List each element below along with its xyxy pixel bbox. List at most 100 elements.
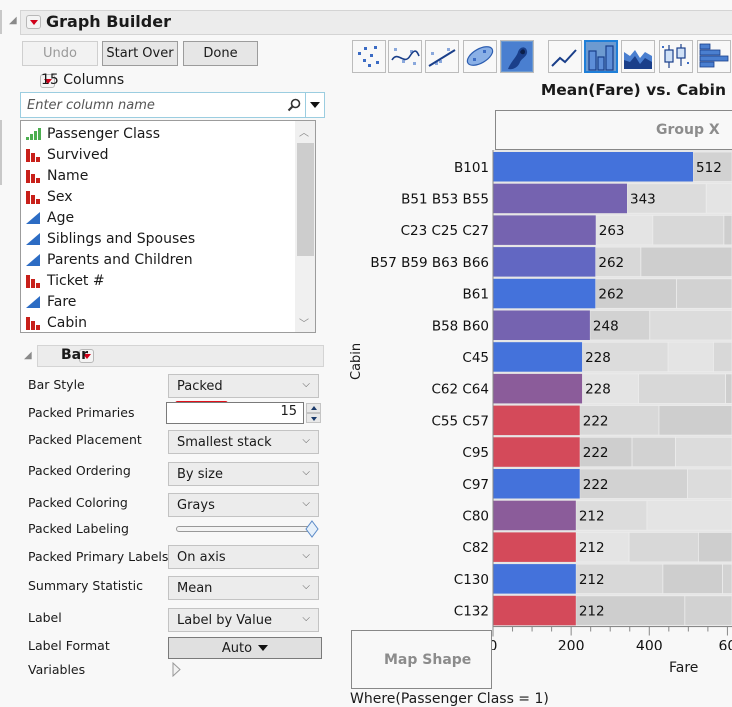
packed-secondary-segment (628, 531, 699, 563)
chart-type-line-button[interactable] (548, 40, 582, 73)
continuous-column-icon (25, 211, 41, 225)
packed-ordering-select[interactable]: By size ⌵ (168, 462, 319, 486)
packed-primaries-input[interactable]: 15 (166, 402, 304, 424)
packed-secondary-segment (667, 341, 714, 373)
bar-style-select[interactable]: Packed ⌵ (168, 374, 319, 398)
spin-up-icon[interactable] (306, 403, 321, 413)
bar-value-label: 343 (630, 191, 656, 207)
variables-label: Variables (28, 662, 86, 677)
label-select[interactable]: Label by Value ⌵ (168, 608, 319, 632)
column-item[interactable]: Passenger Class (25, 123, 160, 144)
bar (493, 469, 580, 499)
packed-labeling-slider-track[interactable] (176, 526, 312, 532)
chart-type-box-plot-button[interactable] (659, 40, 693, 73)
scrollbar-thumb[interactable] (297, 143, 314, 256)
map-shape-drop-zone[interactable]: Map Shape (351, 630, 492, 689)
packed-primaries-label: Packed Primaries (28, 405, 135, 420)
column-item[interactable]: Siblings and Spouses (25, 229, 195, 250)
collapse-triangle-icon[interactable]: ◢ (9, 15, 17, 26)
x-tick-label: 400 (636, 639, 663, 651)
red-triangle-menu-icon[interactable] (26, 15, 41, 29)
column-list-scrollbar[interactable]: ︿ ﹀ (295, 121, 315, 332)
scroll-down-icon[interactable]: ﹀ (299, 315, 309, 330)
summary-statistic-value: Mean (177, 580, 213, 596)
chart-type-histogram-button[interactable] (697, 40, 731, 73)
packed-ordering-value: By size (177, 466, 223, 482)
packed-primary-labels-select[interactable]: On axis ⌵ (168, 545, 319, 569)
start-over-button[interactable]: Start Over (102, 41, 178, 66)
smoother-icon (390, 42, 420, 75)
packed-secondary-segment (713, 341, 732, 373)
packed-placement-label: Packed Placement (28, 432, 142, 447)
bar-value-label: 263 (599, 223, 625, 239)
done-button[interactable]: Done (183, 41, 258, 66)
packed-secondary-segment (698, 531, 732, 563)
column-item[interactable]: Fare (25, 292, 76, 313)
undo-button[interactable]: Undo (22, 41, 98, 66)
packed-secondary-segment (675, 436, 732, 468)
bar-value-label: 212 (579, 508, 605, 524)
packed-coloring-select[interactable]: Grays ⌵ (168, 493, 319, 517)
packed-primaries-spinner[interactable] (306, 403, 321, 423)
group-x-label: Group X (656, 122, 720, 138)
column-item-label: Fare (47, 294, 77, 311)
bar (493, 595, 576, 626)
packed-secondary-segment (725, 373, 732, 404)
spin-down-icon[interactable] (306, 413, 321, 423)
packed-secondary-segment (652, 215, 725, 246)
category-label: C82 (462, 540, 489, 556)
packed-secondary-segment (687, 468, 732, 499)
column-item[interactable]: Sex (25, 186, 73, 207)
bar-value-label: 222 (583, 413, 609, 429)
packed-primaries-value: 15 (280, 404, 297, 419)
packed-secondary-segment (662, 563, 723, 595)
category-label: C95 (462, 445, 489, 461)
column-item[interactable]: Parents and Children (25, 250, 193, 271)
chevron-down-icon: ⌵ (302, 498, 310, 509)
scroll-up-icon[interactable]: ︿ (299, 124, 309, 139)
chart-type-ellipse-button[interactable] (463, 40, 497, 73)
label-format-button[interactable]: Auto (168, 637, 322, 659)
chart-type-area-button[interactable] (621, 40, 655, 73)
category-label: B58 B60 (432, 318, 489, 334)
column-item[interactable]: Name (25, 165, 88, 186)
column-item[interactable]: Ticket # (25, 271, 105, 292)
column-item[interactable]: Age (25, 207, 74, 228)
bar-value-label: 228 (585, 350, 611, 366)
bar (493, 215, 596, 245)
bar-value-label: 512 (696, 160, 722, 176)
contour-icon (502, 42, 532, 75)
summary-statistic-select[interactable]: Mean ⌵ (168, 576, 319, 600)
packed-secondary-segment (684, 595, 732, 626)
label-format-label: Label Format (28, 638, 110, 653)
chart-type-bar-button[interactable] (584, 40, 618, 73)
column-item[interactable]: Cabin (25, 313, 87, 332)
chart-type-line-of-fit-button[interactable] (425, 40, 459, 73)
group-x-drop-zone[interactable]: Group X (495, 110, 732, 150)
column-item[interactable]: Survived (25, 144, 108, 165)
box-plot-icon (661, 42, 691, 75)
bar-chart: 512 B101 343 B51 B53 B55 263 C23 C25 C27 262 B5… (370, 150, 732, 651)
summary-statistic-label: Summary Statistic (28, 578, 144, 593)
column-item-label: Age (47, 209, 75, 226)
variables-expand-icon[interactable] (172, 662, 182, 677)
page-title: Graph Builder (46, 12, 171, 31)
search-options-dropdown-icon[interactable] (310, 102, 320, 108)
column-search-input[interactable] (25, 96, 280, 114)
bar-style-label: Bar Style (28, 377, 85, 392)
chart-type-points-button[interactable] (352, 40, 386, 73)
column-list: ︿ ﹀ Passenger Class Survived Name Sex Age Sib… (20, 120, 316, 333)
column-item-label: Siblings and Spouses (47, 231, 196, 247)
search-icon[interactable] (287, 98, 301, 112)
bar-value-label: 262 (598, 255, 624, 271)
bar (493, 405, 580, 436)
bar (493, 152, 694, 182)
continuous-column-icon (25, 295, 41, 309)
column-item-label: Name (47, 167, 89, 184)
chart-type-smoother-button[interactable] (388, 40, 422, 73)
packed-placement-select[interactable]: Smallest stack ⌵ (168, 430, 319, 454)
packed-labeling-slider-thumb[interactable] (305, 520, 319, 538)
bar-collapse-triangle-icon[interactable]: ◢ (24, 350, 32, 361)
bar (493, 564, 576, 594)
chart-type-contour-button[interactable] (500, 40, 534, 73)
